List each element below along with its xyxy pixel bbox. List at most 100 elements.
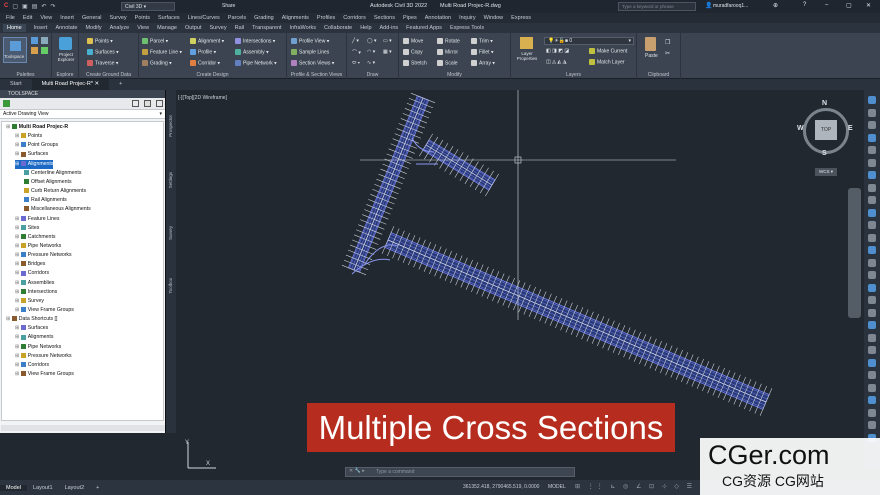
help-icon[interactable]: ? <box>803 2 806 8</box>
polyline-icon[interactable]: ⌒ ▾ <box>352 49 361 56</box>
tool-strip-icon[interactable] <box>868 158 876 167</box>
tool-strip-icon[interactable] <box>868 383 876 392</box>
tree-item[interactable]: ⊞ Corridors <box>15 361 49 370</box>
tree-item[interactable]: ⊞ Data Shortcuts [] <box>6 315 57 324</box>
tree-item[interactable]: ⊞ Assemblies <box>15 279 54 288</box>
tab-settings[interactable]: Settings <box>168 172 173 188</box>
minimize-icon[interactable]: – <box>825 2 828 8</box>
tool-strip-icon[interactable] <box>868 233 876 242</box>
compass-s[interactable]: S <box>822 150 827 157</box>
tool-strip-icon[interactable] <box>868 358 876 367</box>
menu-item[interactable]: Alignments <box>282 15 309 21</box>
traverse-button[interactable]: Traverse ▾ <box>87 60 118 66</box>
stretch-button[interactable]: Stretch <box>403 60 427 66</box>
tree-item[interactable]: ⊞ View Frame Groups <box>15 370 74 379</box>
tree-item[interactable]: ⊞ Points <box>15 132 42 141</box>
layer-properties-icon[interactable] <box>520 37 533 49</box>
tab-featured-apps[interactable]: Featured Apps <box>406 25 442 31</box>
line-icon[interactable]: ╱ ▾ <box>352 38 359 44</box>
tool-strip-icon[interactable] <box>868 296 876 304</box>
new-tab-icon[interactable]: + <box>109 79 132 90</box>
corridor-button[interactable]: Corridor ▾ <box>190 60 220 66</box>
project-explorer-icon[interactable] <box>59 37 72 50</box>
tab-survey[interactable]: Survey <box>209 25 226 31</box>
scale-button[interactable]: Scale <box>437 60 458 66</box>
trim-button[interactable]: Trim ▾ <box>471 38 493 44</box>
viewcube-top-face[interactable]: TOP <box>815 120 837 140</box>
model-space-toggle[interactable]: MODEL <box>548 484 566 490</box>
layer-dropdown[interactable]: 💡☀🔓■ 0 ▾ <box>544 37 634 45</box>
search-input[interactable]: Type a keyword or phrase <box>618 2 696 11</box>
tool-strip-icon[interactable] <box>868 283 876 292</box>
menu-item[interactable]: Inquiry <box>459 15 476 21</box>
undo-icon[interactable]: ↶ <box>41 3 46 10</box>
tab-toolbox[interactable]: Toolbox <box>168 278 173 294</box>
tree-item[interactable]: ⊞ Point Groups <box>15 141 58 150</box>
palette-icon[interactable] <box>31 47 38 54</box>
tab-transparent[interactable]: Transparent <box>252 25 281 31</box>
wcs-menu[interactable]: WCS ▾ <box>815 168 837 176</box>
tree-item[interactable]: ⊞ Survey <box>15 297 44 306</box>
tool-strip-icon[interactable] <box>868 271 876 279</box>
grading-button[interactable]: Grading ▾ <box>142 60 172 66</box>
active-drawing-view-select[interactable]: Active Drawing View ▾ <box>0 110 165 119</box>
open-icon[interactable]: ▣ <box>22 3 28 10</box>
pipe-network-button[interactable]: Pipe Network ▾ <box>235 60 277 66</box>
compass-n[interactable]: N <box>822 100 827 107</box>
tab-modify[interactable]: Modify <box>85 25 101 31</box>
tab-active-drawing[interactable]: Multi Road Projec-R* ✕ <box>31 79 110 90</box>
tab-output[interactable]: Output <box>185 25 202 31</box>
tree-item[interactable]: ⊞ Bridges <box>15 260 45 269</box>
menu-item[interactable]: Profiles <box>317 15 335 21</box>
palette-icon[interactable] <box>41 37 48 44</box>
tool-strip-icon[interactable] <box>868 346 876 354</box>
tool-strip-icon[interactable] <box>868 333 876 342</box>
tool-strip-icon[interactable] <box>868 421 876 429</box>
tree-item[interactable]: ⊞ Pressure Networks <box>15 352 72 361</box>
copy-clip-icon[interactable]: ❐ <box>665 39 670 46</box>
sample-lines-button[interactable]: Sample Lines <box>291 49 329 55</box>
hatch-icon[interactable]: ▦ ▾ <box>383 49 392 55</box>
tree-item[interactable]: ⊞ Pipe Networks <box>15 343 61 352</box>
tree-item[interactable]: Curb Return Alignments <box>24 187 86 196</box>
paste-button[interactable]: Paste <box>645 53 658 59</box>
grid-view-icon[interactable] <box>132 100 139 107</box>
menu-item[interactable]: Express <box>511 15 531 21</box>
parcel-button[interactable]: Parcel ▾ <box>142 38 168 44</box>
user-name[interactable]: muradfarooq1... <box>713 3 748 9</box>
compass-e[interactable]: E <box>848 125 853 132</box>
save-icon[interactable]: ▤ <box>32 3 38 10</box>
tab-prospector[interactable]: Prospector <box>168 115 173 137</box>
alignment-button[interactable]: Alignment ▾ <box>190 38 224 44</box>
toolspace-button[interactable]: Toolspace <box>3 37 27 63</box>
copy-button[interactable]: Copy <box>403 49 423 55</box>
tool-strip-icon[interactable] <box>868 146 876 154</box>
tab-express-tools[interactable]: Express Tools <box>450 25 484 31</box>
layer-properties-button[interactable]: Layer Properties <box>514 51 540 61</box>
intersections-button[interactable]: Intersections ▾ <box>235 38 275 44</box>
menu-item[interactable]: Edit <box>23 15 32 21</box>
tree-item[interactable]: ⊞ Catchments <box>15 233 55 242</box>
tool-strip-icon[interactable] <box>868 96 876 104</box>
section-views-button[interactable]: Section Views ▾ <box>291 60 334 66</box>
tool-strip-icon[interactable] <box>868 183 876 192</box>
tool-strip-icon[interactable] <box>868 258 876 267</box>
tree-item[interactable]: Miscellaneous Alignments <box>24 205 91 214</box>
scrollbar-horizontal[interactable] <box>1 425 165 431</box>
tab-analyze[interactable]: Analyze <box>110 25 130 31</box>
palette-icon[interactable] <box>31 37 38 44</box>
match-layer-button[interactable]: Match Layer <box>589 59 625 65</box>
project-explorer-button[interactable]: Project Explorer <box>54 52 78 62</box>
viewport-controls-label[interactable]: [-][Top][2D Wireframe] <box>178 95 227 101</box>
command-close-icon[interactable]: ✕ 🔧 ▸ <box>349 468 365 474</box>
properties-icon[interactable] <box>156 100 163 107</box>
redo-icon[interactable]: ↷ <box>50 3 55 10</box>
circle-icon[interactable]: ◯ ▾ <box>367 38 377 44</box>
tree-item[interactable]: ⊞ View Frame Groups <box>15 306 74 315</box>
menu-item[interactable]: General <box>82 15 102 21</box>
tab-annotate[interactable]: Annotate <box>55 25 77 31</box>
ellipse-icon[interactable]: ⬭ ▾ <box>352 60 360 66</box>
tab-rail[interactable]: Rail <box>235 25 244 31</box>
tree-item[interactable]: ⊞ Surfaces <box>15 150 48 159</box>
assembly-button[interactable]: Assembly ▾ <box>235 49 269 55</box>
